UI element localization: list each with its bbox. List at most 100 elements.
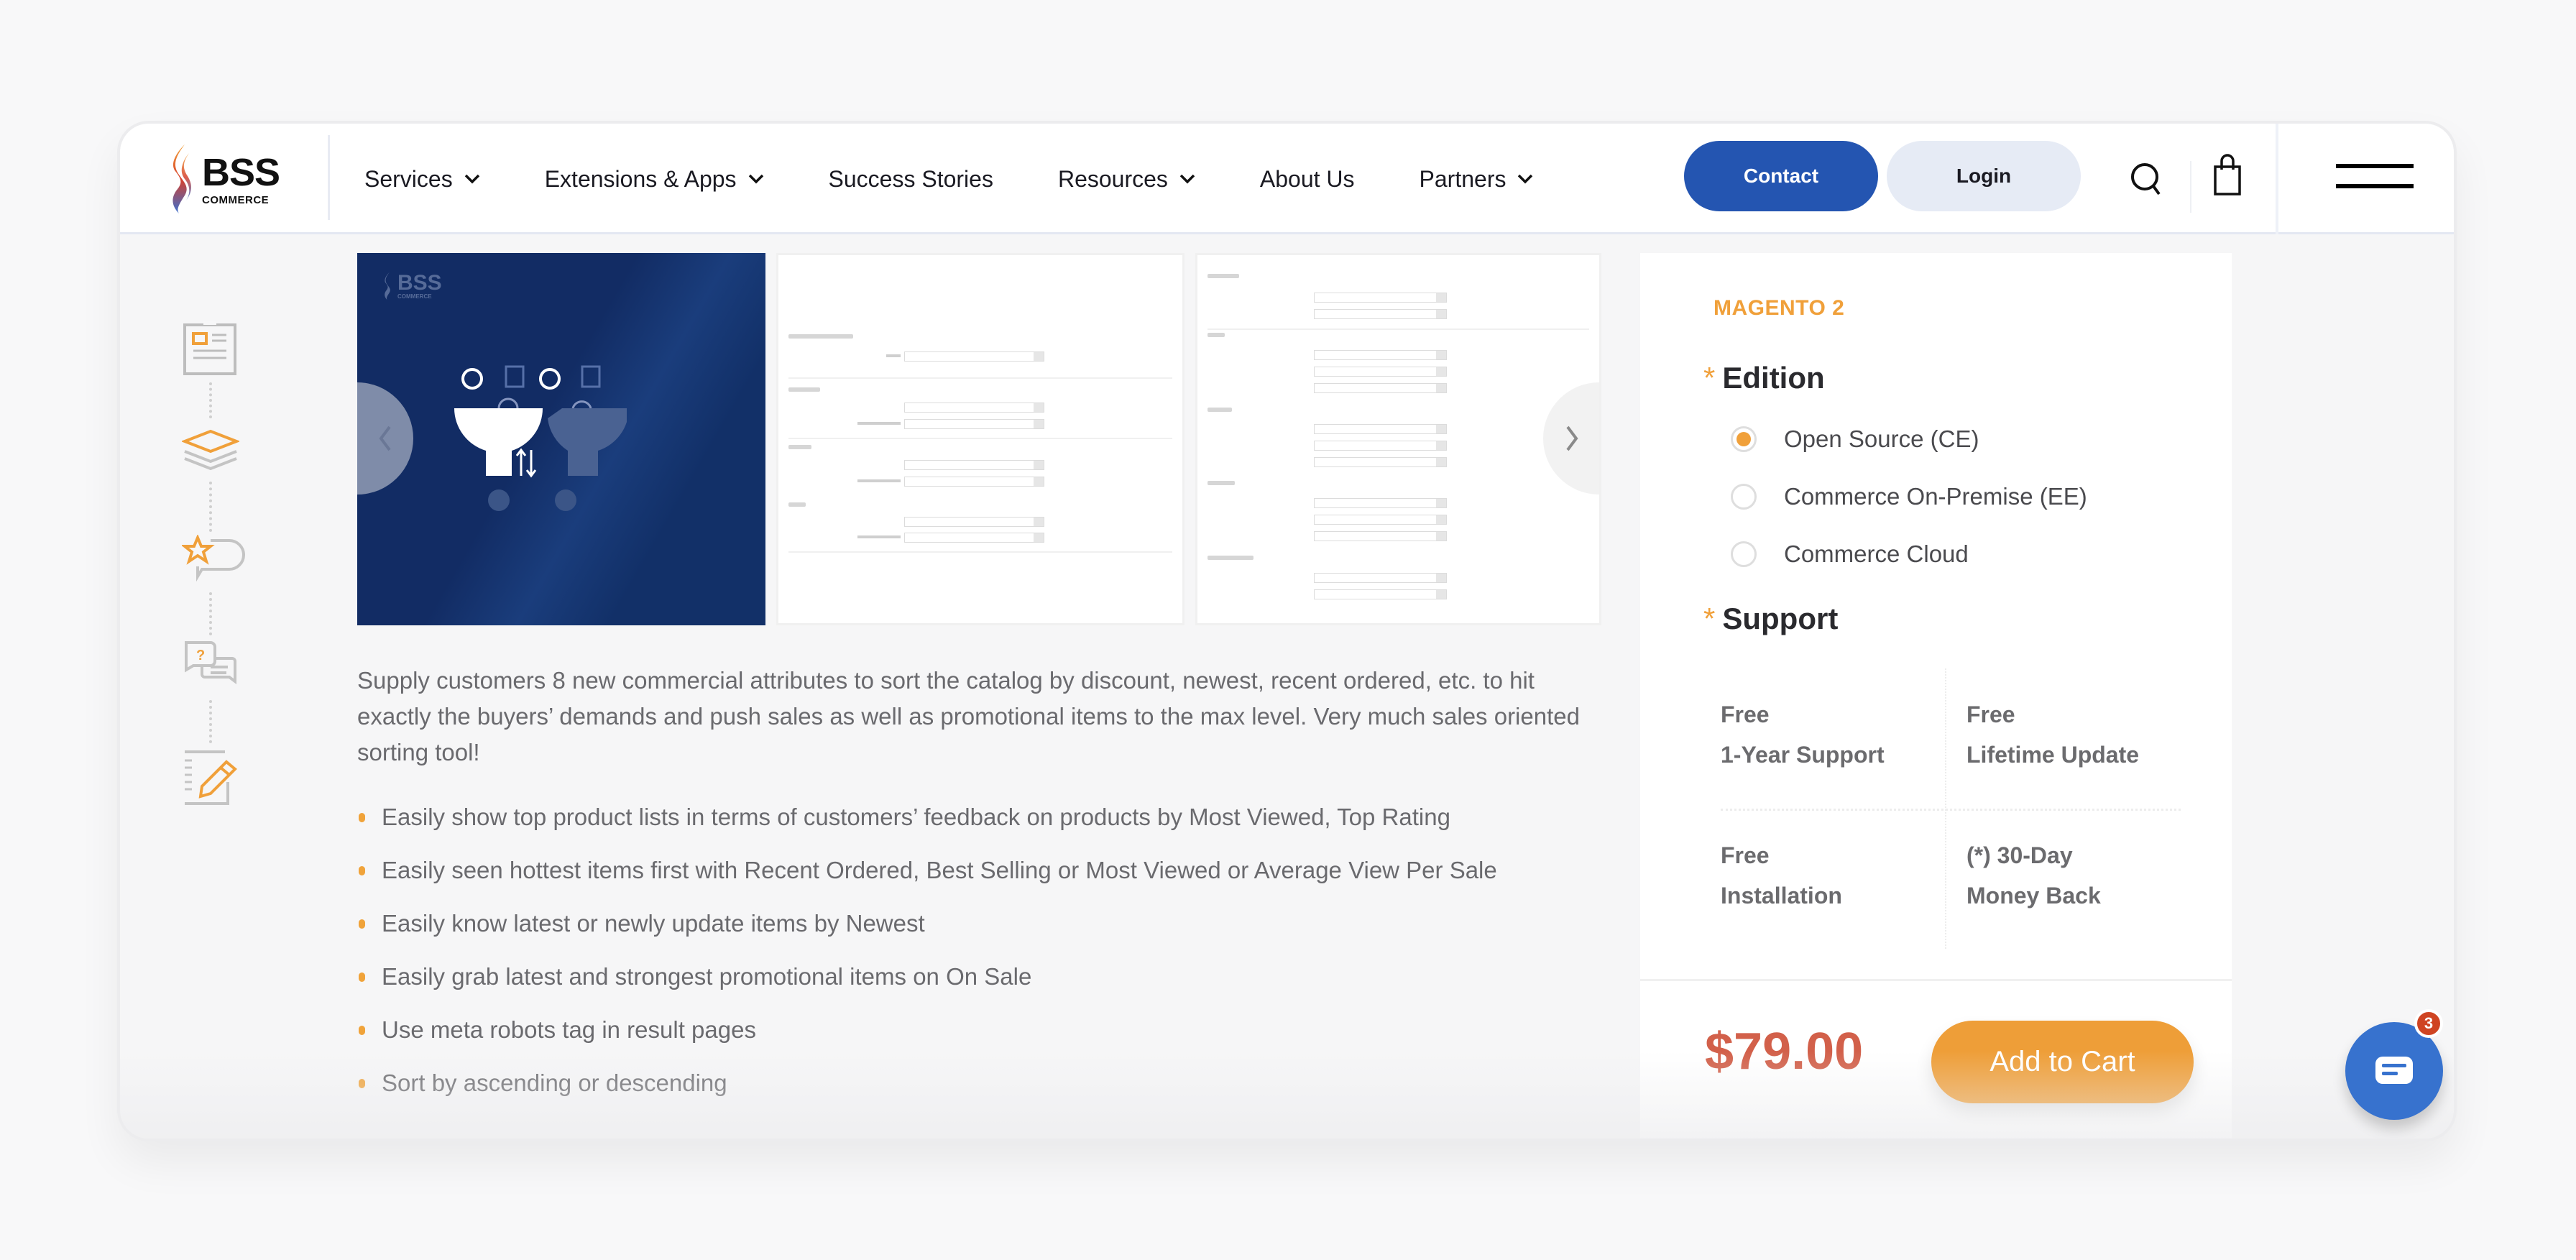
banner-logo: BSS COMMERCE [383,266,442,306]
shopping-bag-icon[interactable] [2213,154,2242,196]
nav-item-services[interactable]: Services [364,166,480,193]
support-item-line1: Free [1966,702,2015,727]
edit-notes-icon[interactable] [182,749,239,806]
overview-icon[interactable] [182,319,239,377]
mock-select [1314,424,1447,434]
edition-option-open-source[interactable]: Open Source (CE) [1731,426,1979,453]
mock-label [886,354,901,357]
gallery-slide-screenshot[interactable] [1195,253,1601,625]
section-connector [209,700,212,743]
support-benefits: Free 1-Year Support Free Lifetime Update… [1721,668,2181,949]
mock-label [857,422,901,425]
support-item-line1: (*) 30-Day [1966,842,2073,868]
mock-select [1314,293,1447,303]
mock-label [857,535,901,538]
mock-section-title [1208,408,1232,412]
feature-item: Easily grab latest and strongest promoti… [357,950,1608,1003]
product-description: Supply customers 8 new commercial attrib… [357,667,1580,765]
gallery-slide-screenshot[interactable] [776,253,1184,625]
support-item-line1: Free [1721,842,1770,868]
support-item: Free Lifetime Update [1966,694,2182,775]
mock-select [904,403,1044,413]
chevron-down-icon [748,174,763,184]
nav-item-partners[interactable]: Partners [1420,166,1534,193]
logo-flame-icon [172,144,191,213]
radio-unselected[interactable] [1731,541,1757,567]
bss-commerce-logo[interactable]: BSS COMMERCE [169,139,284,219]
faq-icon[interactable]: ? [182,640,239,697]
review-icon[interactable] [182,535,247,592]
mock-divider [788,551,1172,553]
layers-icon[interactable] [182,426,239,483]
mock-select [1314,309,1447,319]
section-connector [209,382,212,418]
support-item: (*) 30-Day Money Back [1966,835,2182,916]
chevron-right-icon [1566,426,1578,451]
mock-select [904,517,1044,527]
nav-item-success-stories[interactable]: Success Stories [829,166,993,193]
nav-item-about-us[interactable]: About Us [1260,166,1355,193]
product-gallery: BSS COMMERCE [357,253,1601,627]
radio-unselected[interactable] [1731,484,1757,510]
header-divider [2276,124,2278,234]
mock-select [1314,531,1447,541]
sort-funnel-icon [454,365,627,511]
mock-select [904,477,1044,487]
feature-item: Sort by ascending or descending [357,1057,1608,1110]
radio-label: Open Source (CE) [1784,426,1979,452]
support-item-line2: 1-Year Support [1721,742,1885,768]
platform-label: MAGENTO 2 [1714,296,1845,320]
gallery-slide-banner[interactable]: BSS COMMERCE [357,253,765,625]
section-connector [209,592,212,635]
chevron-down-icon [1179,174,1195,184]
mock-select [1314,383,1447,393]
main-nav: Services Extensions & Apps Success Stori… [364,124,1598,234]
radio-label: Commerce On-Premise (EE) [1784,483,2087,510]
mock-select [1314,441,1447,451]
site-header: BSS COMMERCE Services Extensions & Apps … [120,124,2454,234]
add-to-cart-button[interactable]: Add to Cart [1931,1021,2194,1103]
feature-list: Easily show top product lists in terms o… [357,791,1608,1110]
contact-button[interactable]: Contact [1684,141,1878,211]
mock-select [1314,573,1447,583]
nav-label: Success Stories [828,165,993,192]
mock-section-title [1208,556,1254,560]
feature-item: Use meta robots tag in result pages [357,1003,1608,1057]
login-button[interactable]: Login [1887,141,2081,211]
required-mark: * [1703,602,1716,635]
svg-text:?: ? [196,648,205,663]
edition-option-commerce-cloud[interactable]: Commerce Cloud [1731,541,1969,568]
radio-selected[interactable] [1731,426,1757,452]
panel-divider [1640,979,2232,981]
purchase-panel: MAGENTO 2 * Edition Open Source (CE) Comm… [1640,253,2232,1139]
mock-select [1314,350,1447,360]
hamburger-menu-icon[interactable] [2336,164,2414,193]
nav-label: Resources [1057,165,1168,192]
mock-select [1314,515,1447,525]
support-item-line2: Money Back [1966,883,2101,909]
logo-title: BSS [202,150,280,194]
support-item-line2: Lifetime Update [1966,742,2140,768]
mock-select [1314,457,1447,467]
nav-item-resources[interactable]: Resources [1058,166,1195,193]
mock-select [1314,498,1447,508]
mock-section-title [788,334,853,339]
search-icon[interactable] [2129,160,2165,200]
gallery-prev-button[interactable] [357,382,413,495]
edition-option-commerce-on-premise[interactable]: Commerce On-Premise (EE) [1731,483,2087,510]
support-item-line1: Free [1721,702,1770,727]
mock-select [904,419,1044,429]
mock-section-title [1208,481,1235,485]
banner-logo-title: BSS [397,271,442,295]
header-divider [328,135,330,220]
mock-select [904,351,1044,362]
nav-item-extensions-apps[interactable]: Extensions & Apps [545,166,764,193]
support-item-line2: Installation [1721,883,1842,909]
feature-item: Easily show top product lists in terms o… [357,791,1608,844]
product-price: $79.00 [1705,1023,1864,1080]
nav-label: Extensions & Apps [544,165,737,192]
logo-subtitle: COMMERCE [202,193,270,206]
chevron-down-icon [1518,174,1533,184]
edition-label: * Edition [1703,361,1825,395]
mock-section-title [788,445,811,449]
